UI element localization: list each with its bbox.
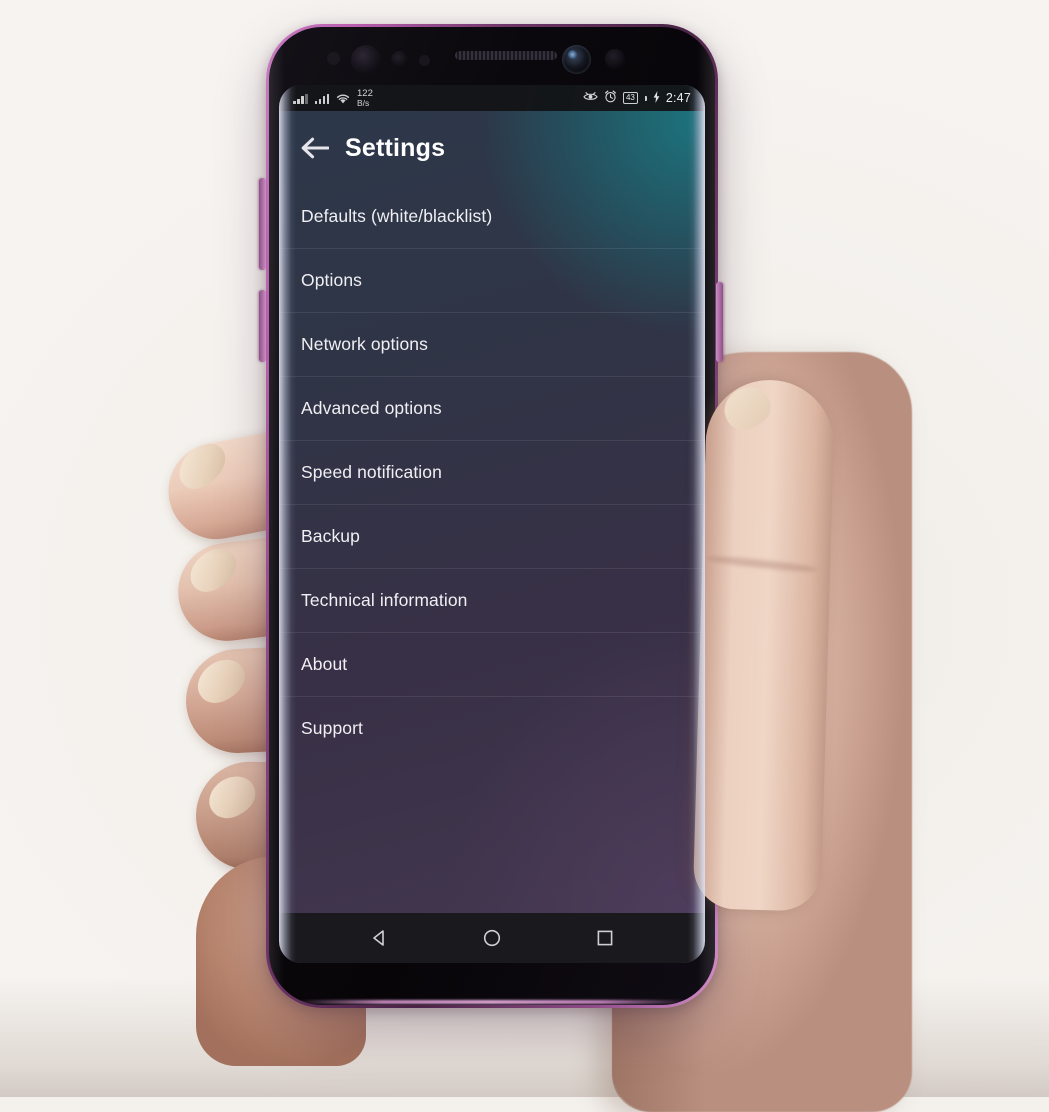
page-title: Settings — [345, 133, 446, 162]
light-sensor-icon — [605, 49, 625, 69]
alarm-clock-icon — [604, 90, 617, 106]
list-item-label: Options — [301, 270, 363, 290]
android-navigation-bar — [279, 913, 705, 963]
battery-indicator: 43 — [622, 92, 638, 104]
list-item-label: Defaults (white/blacklist) — [301, 206, 493, 226]
sensor-icon — [327, 52, 340, 65]
status-bar-left: 122 B/s — [293, 89, 583, 107]
list-item-label: Backup — [301, 526, 360, 546]
signal-bars-icon-sim1 — [293, 93, 308, 104]
list-item-advanced-options[interactable]: Advanced options — [279, 376, 705, 440]
data-speed-unit: B/s — [357, 97, 370, 108]
phone-screen: 122 B/s 43 2:47 Settings Defaults (white… — [279, 85, 705, 963]
eye-icon — [583, 91, 598, 105]
list-item-label: Technical information — [301, 590, 468, 610]
list-item-about[interactable]: About — [279, 632, 705, 696]
status-bar: 122 B/s 43 2:47 — [279, 85, 705, 111]
nav-recents-icon[interactable] — [592, 925, 618, 951]
clock: 2:47 — [665, 91, 691, 105]
list-item-label: Network options — [301, 334, 428, 354]
list-item-defaults[interactable]: Defaults (white/blacklist) — [279, 185, 705, 248]
list-item-label: Support — [301, 718, 363, 738]
list-item-options[interactable]: Options — [279, 248, 705, 312]
app-header: Settings — [279, 111, 705, 185]
front-camera-icon — [562, 45, 591, 74]
power-button[interactable] — [716, 282, 723, 362]
nav-home-icon[interactable] — [479, 925, 505, 951]
list-item-label: Advanced options — [301, 398, 442, 418]
list-item-technical-information[interactable]: Technical information — [279, 568, 705, 632]
iris-scanner-icon — [351, 45, 381, 75]
list-item-label: Speed notification — [301, 462, 442, 482]
list-item-network-options[interactable]: Network options — [279, 312, 705, 376]
status-bar-right: 43 2:47 — [583, 90, 691, 106]
battery-cap-icon — [644, 95, 647, 101]
thumb — [692, 378, 836, 912]
phone-top-bezel — [269, 27, 715, 89]
led-indicator-icon — [419, 55, 430, 66]
phone-device: 122 B/s 43 2:47 Settings Defaults (white… — [266, 24, 718, 1008]
phone-body: 122 B/s 43 2:47 Settings Defaults (white… — [269, 27, 715, 1005]
earpiece-speaker — [455, 51, 557, 60]
settings-list: Defaults (white/blacklist) Options Netwo… — [279, 185, 705, 760]
nav-back-icon[interactable] — [366, 925, 392, 951]
charging-bolt-icon — [653, 90, 660, 106]
signal-bars-icon-sim2 — [314, 93, 329, 104]
volume-up-button[interactable] — [259, 178, 266, 270]
list-item-speed-notification[interactable]: Speed notification — [279, 440, 705, 504]
wifi-icon — [336, 93, 350, 104]
phone-chin-highlight — [295, 1000, 689, 1004]
data-speed-indicator: 122 B/s — [357, 89, 373, 107]
list-item-support[interactable]: Support — [279, 696, 705, 760]
volume-down-button[interactable] — [259, 290, 266, 362]
list-item-label: About — [301, 654, 348, 674]
battery-level: 43 — [625, 93, 635, 102]
proximity-sensor-icon — [391, 51, 408, 68]
back-arrow-icon[interactable] — [301, 137, 330, 159]
list-item-backup[interactable]: Backup — [279, 504, 705, 568]
